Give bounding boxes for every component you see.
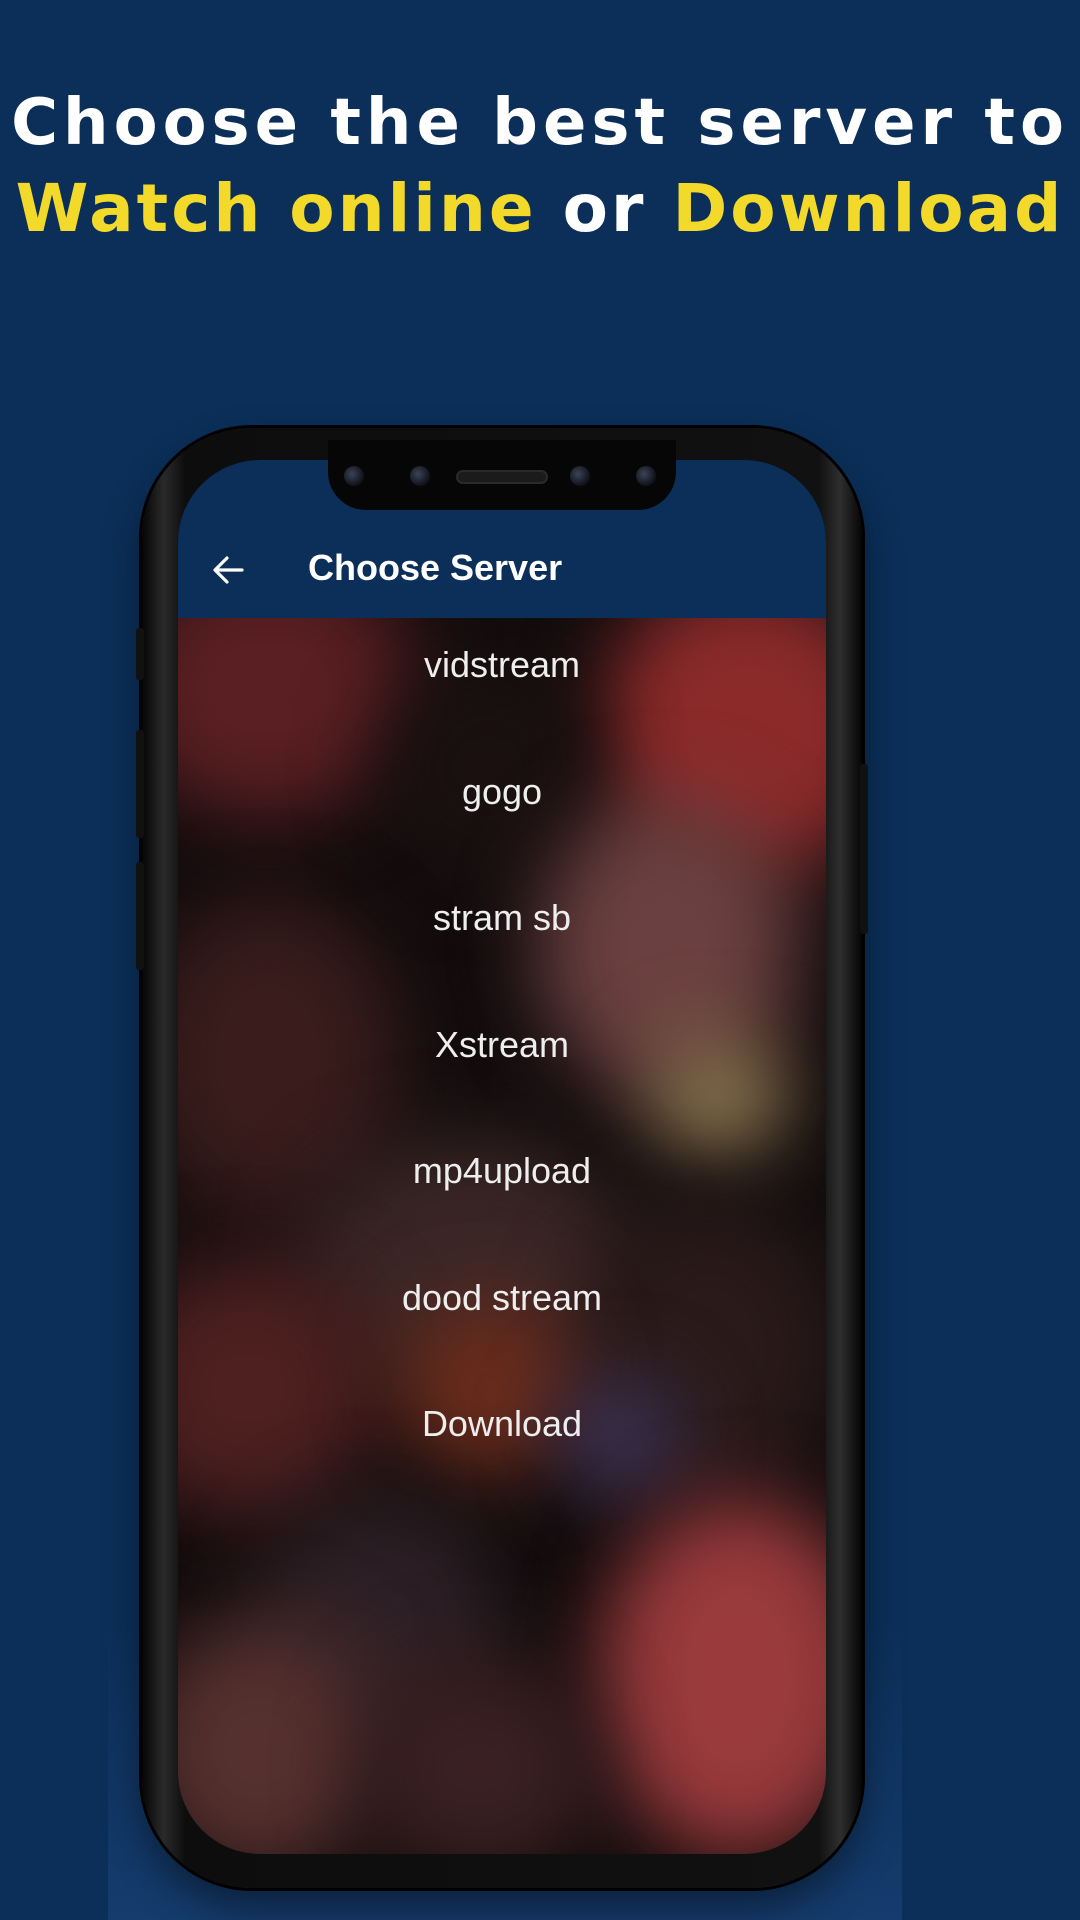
phone-screen: Choose Server vidstream gogo stram sb Xs… — [178, 460, 826, 1854]
headline-line2: Watch online or Download — [0, 166, 1080, 252]
headline-watch-online: Watch online — [15, 170, 537, 247]
server-item-gogo[interactable]: gogo — [178, 745, 826, 872]
headline-download: Download — [672, 170, 1065, 247]
phone-side-button-left-2 — [136, 730, 144, 838]
sensor-icon — [410, 466, 430, 486]
headline-line1: Choose the best server to — [11, 86, 1069, 160]
server-item-stram-sb[interactable]: stram sb — [178, 871, 826, 998]
page-title: Choose Server — [308, 547, 563, 588]
server-list: vidstream gogo stram sb Xstream mp4uploa… — [178, 618, 826, 1504]
earpiece-speaker — [456, 470, 548, 484]
phone-side-button-right — [860, 764, 868, 934]
phone-notch — [328, 440, 676, 510]
server-item-mp4upload[interactable]: mp4upload — [178, 1124, 826, 1251]
server-item-download[interactable]: Download — [178, 1377, 826, 1504]
phone-side-button-left-1 — [136, 628, 144, 680]
headline-or: or — [562, 170, 647, 247]
server-item-dood-stream[interactable]: dood stream — [178, 1251, 826, 1378]
phone-side-button-left-3 — [136, 862, 144, 970]
light-sensor-icon — [636, 466, 656, 486]
server-item-vidstream[interactable]: vidstream — [178, 618, 826, 745]
proximity-sensor-icon — [570, 466, 590, 486]
front-camera-icon — [344, 466, 364, 486]
promo-headline: Choose the best server to Watch online o… — [0, 80, 1080, 252]
server-item-xstream[interactable]: Xstream — [178, 998, 826, 1125]
arrow-left-icon[interactable] — [208, 550, 248, 590]
